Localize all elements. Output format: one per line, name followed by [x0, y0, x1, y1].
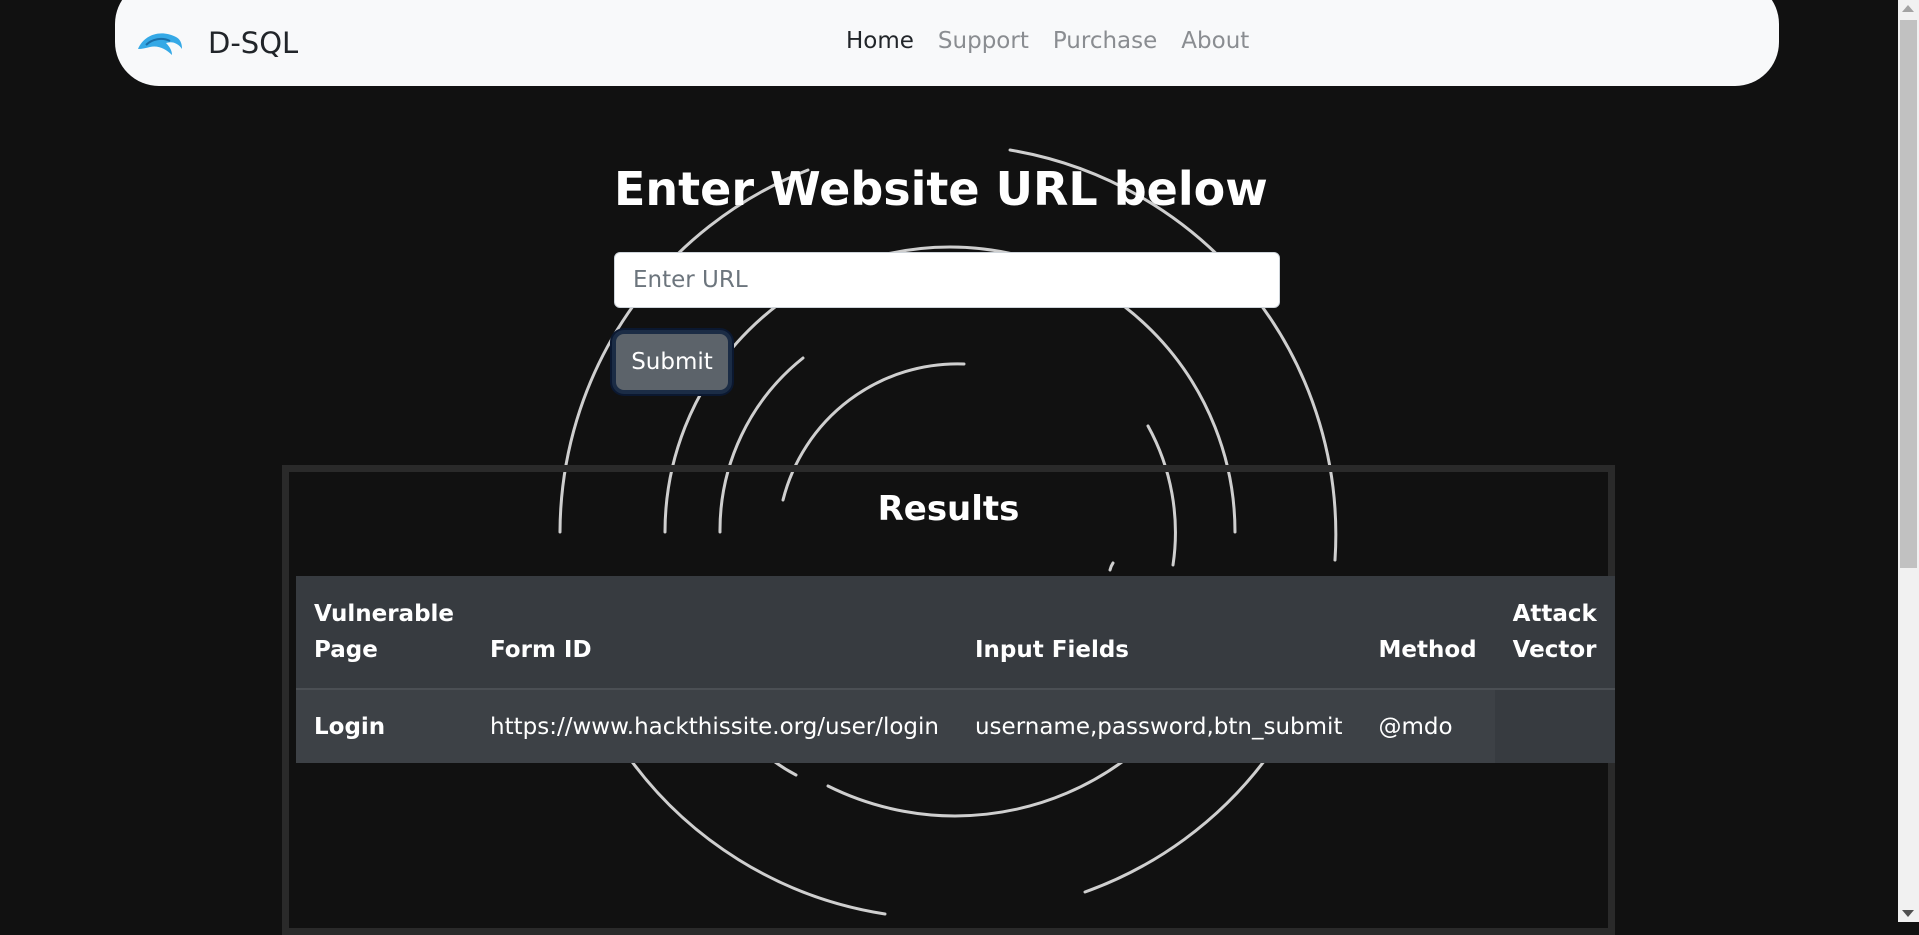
column-header-form-id: Form ID: [472, 576, 957, 690]
cell-input-fields: username,password,btn_submit: [956, 689, 1361, 763]
nav-purchase[interactable]: Purchase: [1053, 28, 1157, 54]
submit-button[interactable]: Submit: [612, 330, 732, 394]
cell-vulnerable-page: Login: [296, 689, 473, 763]
column-header-method: Method: [1360, 576, 1495, 690]
page-heading: Enter Website URL below: [614, 162, 1268, 216]
column-header-input-fields: Input Fields: [956, 576, 1361, 690]
cell-attack-vector: [1494, 689, 1615, 763]
scroll-thumb[interactable]: [1900, 20, 1917, 568]
brand-name: D-SQL: [208, 26, 299, 60]
nav-about[interactable]: About: [1181, 28, 1249, 54]
results-title: Results: [877, 489, 1020, 529]
column-header-attack-vector: Attack Vector: [1494, 576, 1615, 690]
brand[interactable]: D-SQL: [136, 26, 298, 60]
nav-support[interactable]: Support: [938, 28, 1029, 54]
scroll-down-arrow-icon[interactable]: [1902, 910, 1914, 917]
results-table: Vulnerable Page Form ID Input Fields Met…: [296, 576, 1615, 763]
scroll-up-arrow-icon[interactable]: [1902, 5, 1914, 12]
column-header-vulnerable-page: Vulnerable Page: [296, 576, 473, 690]
nav-links: Home Support Purchase About: [846, 28, 1249, 54]
dolphin-logo-icon: [138, 33, 182, 55]
cell-form-id: https://www.hackthissite.org/user/login: [472, 689, 957, 763]
table-row: Login https://www.hackthissite.org/user/…: [296, 689, 1615, 763]
cell-method: @mdo: [1360, 689, 1495, 763]
results-panel: Results Vulnerable Page Form ID Input Fi…: [282, 465, 1615, 935]
table-header-row: Vulnerable Page Form ID Input Fields Met…: [296, 576, 1615, 690]
page-scrollbar[interactable]: [1898, 0, 1919, 922]
url-input[interactable]: [614, 252, 1280, 308]
nav-home[interactable]: Home: [846, 28, 914, 54]
